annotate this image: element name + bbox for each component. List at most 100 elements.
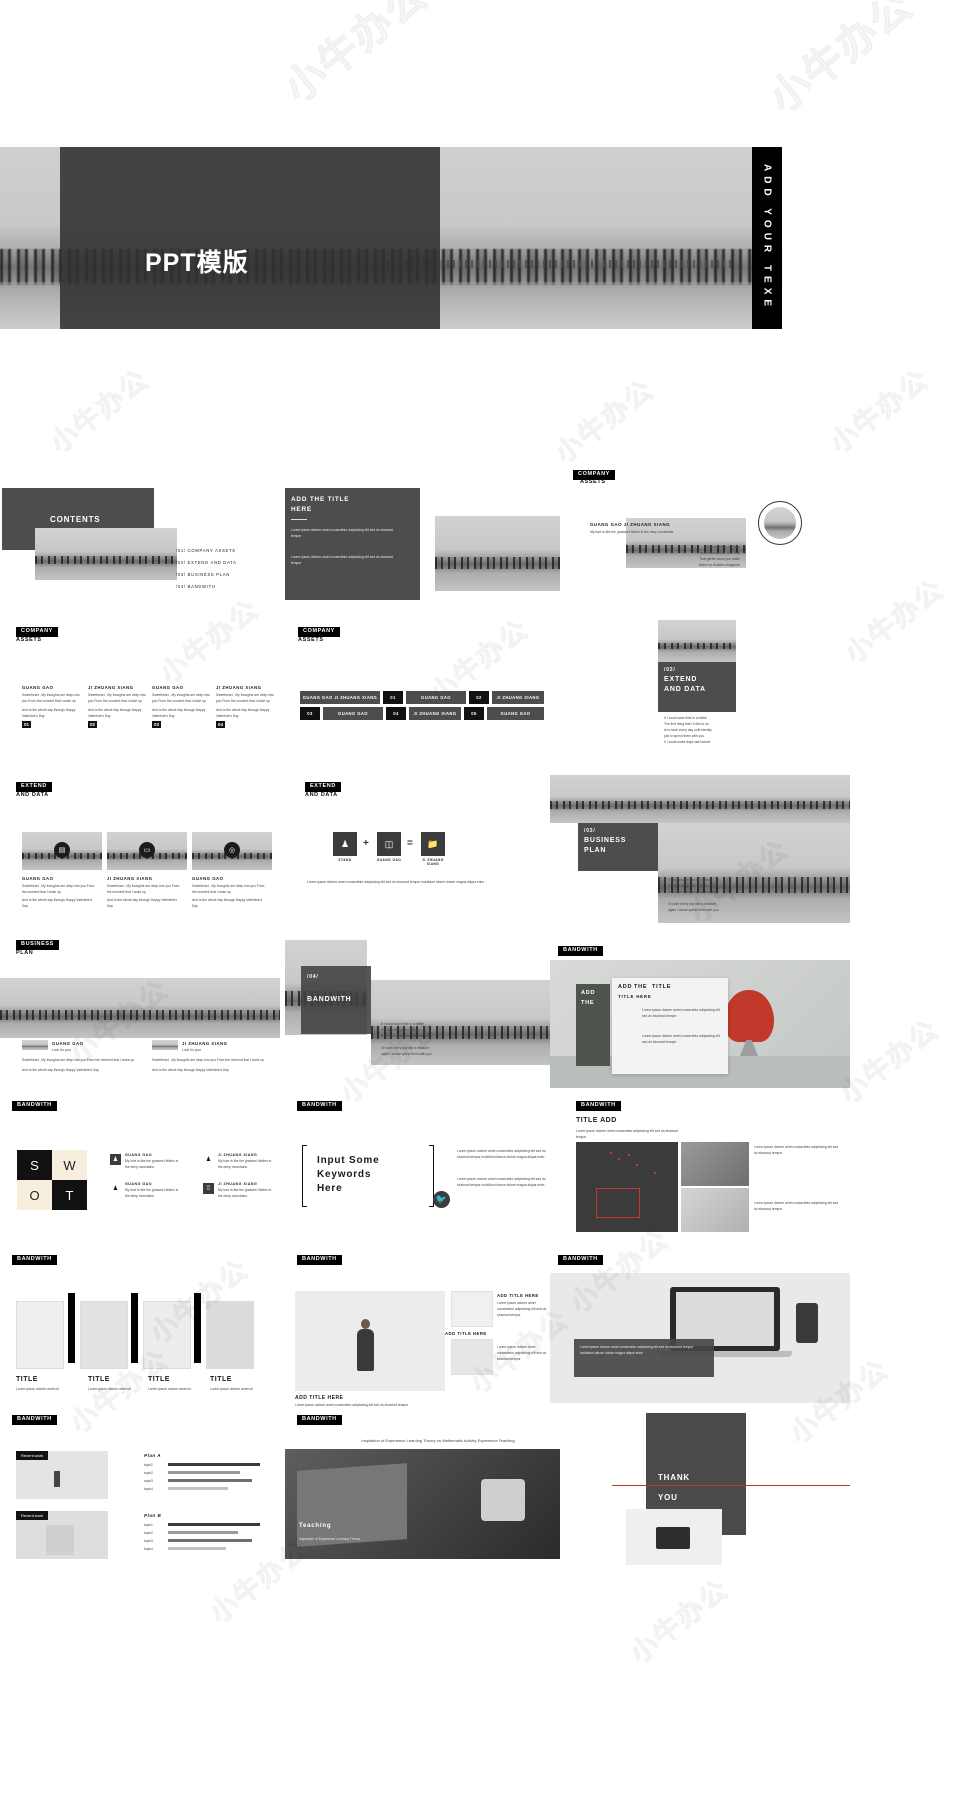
ft-title-2: TITLE (148, 1376, 170, 1383)
section-02-line2: AND DATA (664, 686, 706, 693)
bp-item-0-body: Sweetheart , My thoughts are deep into y… (22, 1058, 135, 1062)
chip-number-01[interactable]: 01 (383, 691, 403, 704)
ed-card-0-body2: And to the whole day through Happy Valen… (22, 898, 93, 908)
slide-company-assets-columns[interactable]: COMPANY ASSETS GUANG GAO Sweetheart , My… (0, 625, 280, 765)
lp-caption: Lorem ipsum dolorer amet consectetur adi… (580, 1345, 694, 1355)
slide-four-titles[interactable]: BANDWITH TITLE Lorem ipsum dolorer amet … (0, 1253, 280, 1408)
chip-number-04[interactable]: 04 (386, 707, 406, 720)
bp-icon-0 (22, 1040, 48, 1050)
ed-icons-tag2: AND DATA (16, 792, 49, 798)
ca-col-2-body: Sweetheart , My thoughts are deep into y… (152, 693, 210, 703)
slide-add-title-here[interactable]: ADD THE TITLE HERE Lorem ipsum dolorer a… (285, 488, 560, 618)
section-04-poem-13: again I would spend them with you (381, 1052, 432, 1056)
section-03-poem-5: If I could save time in a bottle (668, 878, 711, 882)
slide-company-assets-chips[interactable]: COMPANY ASSETS GUANG GAO JI ZHUANG XIANG… (285, 625, 560, 745)
title-slide-body-1: Lorem ipsum dolorer amet consectetur adi… (291, 528, 394, 538)
section-03-poem-12: I'd save every day like a treasure (668, 902, 717, 906)
twitter-icon[interactable]: 🐦 (433, 1191, 450, 1208)
kw-body: Lorem ipsum dolorer amet consectetur adi… (457, 1149, 546, 1159)
section-04-poem-7: is to save every day until eternity (381, 1034, 429, 1038)
slide-teaching[interactable]: BANDWITH Inspiration of Experience Learn… (285, 1413, 560, 1593)
slide-section-04[interactable]: /04/ BANDWITH If I could save time in a … (285, 930, 560, 1090)
slide-contents[interactable]: CONTENTS /01/ COMPANY ASSETS /02/ EXTEND… (0, 488, 280, 618)
rw-bar-a-1 (168, 1471, 240, 1474)
ft-photo-1 (80, 1301, 128, 1369)
chip-guang-gao-ji-zhuang-1[interactable]: GUANG GAO JI ZHUANG XIANG (300, 691, 380, 704)
contents-item-0[interactable]: /01/ COMPANY ASSETS (176, 548, 236, 553)
kw-line-3: Here (317, 1183, 343, 1194)
section-03-number: /03/ (584, 828, 596, 834)
rw-plan-b: Plan B (144, 1513, 162, 1518)
slide-recent-work[interactable]: BANDWITH Recent work Plan A topic1 topic… (0, 1413, 280, 1593)
ft-title-0: TITLE (16, 1376, 38, 1383)
ta-tag: BANDWITH (576, 1101, 621, 1111)
ty-photo (626, 1509, 722, 1565)
bp-item-0-sub: Look for your (52, 1048, 72, 1052)
swot-s: S (17, 1150, 52, 1180)
slide-swot[interactable]: BANDWITH S W O T ♟ GUANG GAO My love is … (0, 1097, 280, 1227)
section-02-poem-7: is to save every day until eternity (664, 728, 712, 732)
slide-bandwith-chair[interactable]: BANDWITH ADD THE ADD THE TITLE TITLE HER… (550, 938, 850, 1088)
slide-title-add-gallery[interactable]: BANDWITH TITLE ADD Lorem ipsum dolorer a… (568, 1097, 850, 1237)
ft-sub-0: Lorem ipsum dolorer amet sit (16, 1387, 59, 1391)
ft-tag: BANDWITH (12, 1255, 57, 1265)
rw-badge-0: Recent work (16, 1451, 49, 1460)
chip-guang-gao-1[interactable]: GUANG GAO (406, 691, 466, 704)
train-icon: ▤ (54, 842, 70, 858)
section-03-line2: PLAN (584, 847, 607, 854)
contents-item-2[interactable]: /03/ BUSINESS PLAN (176, 572, 230, 577)
chip-number-05[interactable]: 05 (464, 707, 484, 720)
slide-laptop[interactable]: BANDWITH Lorem ipsum dolorer amet consec… (550, 1253, 850, 1403)
lp-tag: BANDWITH (558, 1255, 603, 1265)
chip-number-02[interactable]: 02 (469, 691, 489, 704)
chip-number-03[interactable]: 03 (300, 707, 320, 720)
slide-section-03[interactable]: /03/ BUSINESS PLAN If I could save time … (550, 775, 850, 925)
rw-bar-a-3 (168, 1487, 228, 1490)
slide-person-gallery[interactable]: BANDWITH ADD TITLE HERE Lorem ipsum dolo… (285, 1253, 560, 1408)
rw-topic-a-0: topic1 (144, 1463, 153, 1467)
pg-label: ADD TITLE HERE (295, 1395, 344, 1401)
kw-line-1: Input Some (317, 1155, 380, 1166)
section-04-poem-6: The first thing that I'd like to do (381, 1028, 426, 1032)
slide-company-assets-intro[interactable]: COMPANY ASSETS GUANG GAO JI ZHUANG XIANG… (568, 465, 848, 615)
ed-card-2-title: GUANG GAO (192, 876, 224, 881)
rw-bar-b-0 (168, 1523, 260, 1526)
bw-chair-card-the: THE (634, 984, 648, 990)
section-02-poem-9: just to spend them with you (664, 734, 704, 738)
contents-item-3[interactable]: /04/ BANDWITH (176, 584, 216, 589)
bw-chair-card-body-2: Lorem ipsum dolorer amet consectetur adi… (642, 1034, 720, 1044)
ca-col-3-body: Sweetheart , My thoughts are deep into y… (216, 693, 274, 703)
ft-photo-0 (16, 1301, 64, 1369)
swot-item-2-title: JI ZHUANG XIANG (218, 1153, 258, 1157)
swot-item-0-body: My love is like the grasses Hidden in th… (125, 1159, 179, 1169)
ca-col-0-body2: And to the whole day through Happy Valen… (22, 708, 76, 718)
ca-col-0-number: 01 (22, 721, 31, 728)
chip-guang-gao-2[interactable]: GUANG GAO (323, 707, 383, 720)
chip-ji-zhuang-2[interactable]: JI ZHUANG XIANG (409, 707, 461, 720)
ft-sub-2: Lorem ipsum dolorer amet sit (148, 1387, 191, 1391)
pg-thumb-0-title: ADD TITLE HERE (497, 1293, 539, 1298)
ca-col-2-body2: And to the whole day through Happy Valen… (152, 708, 206, 718)
slide-section-02[interactable]: /02/ EXTEND AND DATA If I could save tim… (568, 620, 848, 755)
slide-extend-data-icons[interactable]: EXTEND AND DATA ▤ GUANG GAO Sweetheart ,… (0, 780, 280, 925)
company-assets-tag2: ASSETS (580, 479, 606, 485)
slide-keywords[interactable]: BANDWITH Input Some Keywords Here 🐦 Lore… (285, 1097, 560, 1227)
slide-extend-data-equation[interactable]: EXTEND AND DATA ♟ STAND + ◫ GUANG GAO = … (285, 780, 560, 930)
chess-pawn-icon-2: ♟ (112, 1186, 119, 1192)
chip-ji-zhuang-1[interactable]: JI ZHUANG XIANG (492, 691, 544, 704)
bw-chair-card-sub: TITLE HERE (618, 994, 652, 999)
contents-item-1[interactable]: /02/ EXTEND AND DATA (176, 560, 237, 565)
company-assets-poem-3: That gentle touch you make (699, 557, 740, 561)
chip-guang-gao-3[interactable]: GUANG GAO (487, 707, 544, 720)
slide-business-plan[interactable]: BUSINESS PLAN GUANG GAO Look for your Sw… (0, 938, 280, 1088)
tc-sub: Inspiration of Experience Learning Theor… (299, 1537, 361, 1541)
ca-col-3-number: 04 (216, 721, 225, 728)
slide-thank-you[interactable]: THANK YOU (612, 1413, 850, 1593)
ca-cols-tag: COMPANY (16, 627, 58, 637)
ft-photo-3 (206, 1301, 254, 1369)
tc-tag: BANDWITH (297, 1415, 342, 1425)
ed-card-0-body: Sweetheart , My thoughts are deep into y… (22, 884, 95, 894)
person-icon: ♟ (333, 832, 357, 856)
swot-t: T (52, 1180, 87, 1210)
swot-item-3-body: My love is like the grasses Hidden in th… (218, 1188, 272, 1198)
